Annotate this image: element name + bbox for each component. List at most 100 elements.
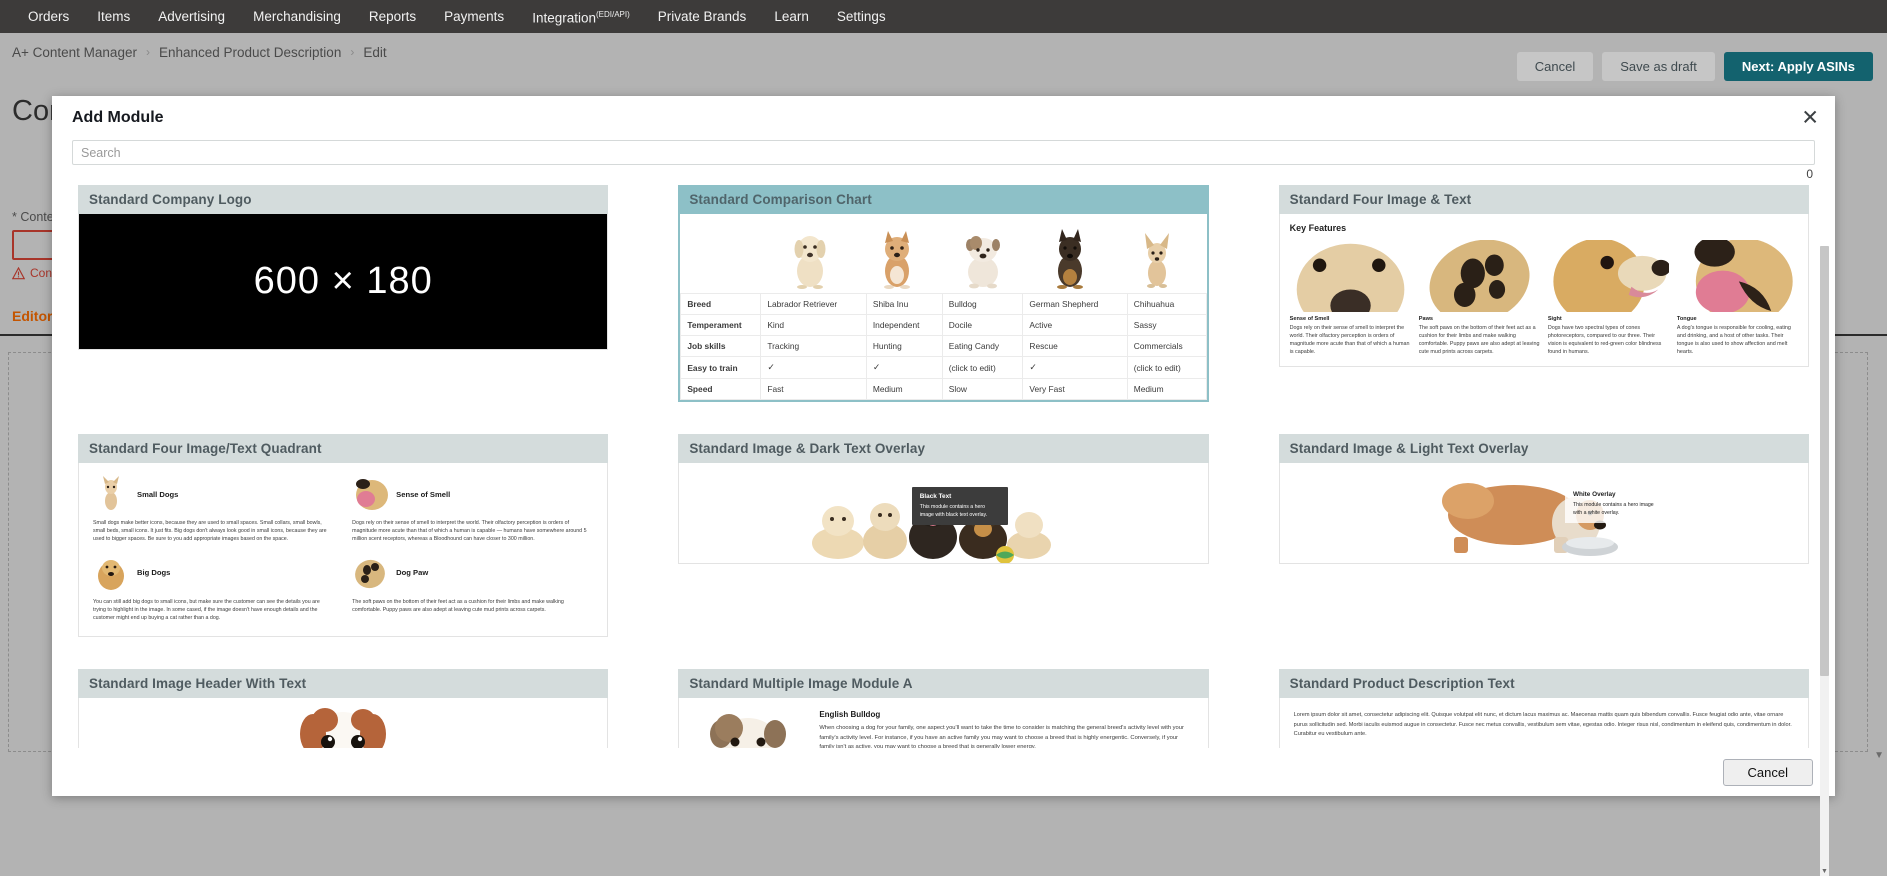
- feature-body: Dogs have two spectral types of cones ph…: [1548, 324, 1669, 356]
- feature-body: The soft paws on the bottom of their fee…: [1419, 324, 1540, 356]
- table-cell[interactable]: Medium: [866, 379, 942, 400]
- module-preview: White Overlay This module contains a her…: [1279, 463, 1809, 564]
- module-card-standard-multiple-image-module-a[interactable]: Standard Multiple Image Module A: [678, 669, 1208, 748]
- module-card-standard-four-image-text[interactable]: Standard Four Image & Text Key Features …: [1279, 185, 1809, 402]
- top-navigation: Orders Items Advertising Merchandising R…: [0, 0, 1887, 33]
- breed-image-bulldog: [940, 221, 1027, 289]
- close-icon[interactable]: ✕: [1801, 108, 1819, 129]
- feature-body: A dog's tongue is responsible for coolin…: [1677, 324, 1798, 356]
- table-cell[interactable]: Chihuahua: [1127, 294, 1206, 315]
- search-input[interactable]: [72, 140, 1815, 165]
- breed-image-chihuahua: [1114, 221, 1201, 289]
- quadrant-item: Small Dogs Small dogs make better icons,…: [93, 475, 334, 544]
- dog-paw-thumbnail: [352, 554, 388, 592]
- table-cell[interactable]: Very Fast: [1023, 379, 1127, 400]
- module-list: Standard Company Logo 600 × 180 Standard…: [52, 181, 1835, 748]
- nav-item-reports[interactable]: Reports: [355, 0, 430, 33]
- modal-scrollbar[interactable]: ▼: [1820, 246, 1829, 876]
- quadrant-body: The soft paws on the bottom of their fee…: [352, 598, 593, 614]
- table-row: Temperament Kind Independent Docile Acti…: [681, 315, 1206, 336]
- nav-item-orders[interactable]: Orders: [14, 0, 83, 33]
- quadrant-body: You can still add big dogs to small icon…: [93, 598, 334, 623]
- nav-item-settings[interactable]: Settings: [823, 0, 900, 33]
- scrollbar-thumb[interactable]: [1820, 246, 1829, 676]
- tab-editor[interactable]: Editor: [12, 308, 52, 324]
- table-cell[interactable]: Bulldog: [942, 294, 1023, 315]
- row-header: Easy to train: [681, 357, 761, 379]
- table-cell[interactable]: Medium: [1127, 379, 1206, 400]
- table-cell[interactable]: Hunting: [866, 336, 942, 357]
- modal-title: Add Module: [72, 109, 164, 127]
- table-cell[interactable]: Tracking: [761, 336, 867, 357]
- breadcrumb-item-content-manager[interactable]: A+ Content Manager: [12, 45, 137, 60]
- module-card-standard-image-light-text-overlay[interactable]: Standard Image & Light Text Overlay: [1279, 434, 1809, 637]
- dog-profile-image: [1548, 240, 1669, 312]
- module-title: Standard Image & Light Text Overlay: [1279, 434, 1809, 463]
- module-card-standard-image-dark-text-overlay[interactable]: Standard Image & Dark Text Overlay: [678, 434, 1208, 637]
- golden-retriever-thumbnail: [93, 554, 129, 592]
- table-cell[interactable]: Eating Candy: [942, 336, 1023, 357]
- nav-item-private-brands[interactable]: Private Brands: [644, 0, 761, 33]
- table-cell[interactable]: Rescue: [1023, 336, 1127, 357]
- row-header: Temperament: [681, 315, 761, 336]
- nav-item-items[interactable]: Items: [83, 0, 144, 33]
- module-card-standard-four-image-text-quadrant[interactable]: Standard Four Image/Text Quadrant Small …: [78, 434, 608, 637]
- nav-item-learn[interactable]: Learn: [760, 0, 823, 33]
- nav-label: Learn: [774, 9, 809, 24]
- module-card-standard-company-logo[interactable]: Standard Company Logo 600 × 180: [78, 185, 608, 402]
- module-card-standard-comparison-chart[interactable]: Standard Comparison Chart: [678, 185, 1208, 402]
- breadcrumb-separator-icon: ›: [146, 45, 150, 59]
- nav-label: Orders: [28, 9, 69, 24]
- table-row: Speed Fast Medium Slow Very Fast Medium: [681, 379, 1206, 400]
- table-cell[interactable]: Kind: [761, 315, 867, 336]
- modal-cancel-button[interactable]: Cancel: [1723, 759, 1813, 786]
- table-cell[interactable]: Docile: [942, 315, 1023, 336]
- dog-tongue-thumbnail: [352, 475, 388, 513]
- quadrant-item: Dog Paw The soft paws on the bottom of t…: [352, 554, 593, 623]
- breadcrumb-item-enhanced-product-description[interactable]: Enhanced Product Description: [159, 45, 341, 60]
- table-cell[interactable]: Commercials: [1127, 336, 1206, 357]
- table-cell[interactable]: Shiba Inu: [866, 294, 942, 315]
- table-cell[interactable]: German Shepherd: [1023, 294, 1127, 315]
- next-apply-asins-button[interactable]: Next: Apply ASINs: [1724, 52, 1873, 81]
- table-row: Job skills Tracking Hunting Eating Candy…: [681, 336, 1206, 357]
- table-cell[interactable]: ✓: [866, 357, 942, 379]
- comparison-breed-images: [680, 214, 1206, 293]
- nav-label: Private Brands: [658, 9, 747, 24]
- feature-item: Tongue A dog's tongue is responsible for…: [1677, 240, 1798, 356]
- table-cell[interactable]: (click to edit): [942, 357, 1023, 379]
- table-cell[interactable]: Fast: [761, 379, 867, 400]
- hero-image-light: White Overlay This module contains a her…: [1280, 463, 1808, 563]
- quadrant-body: Small dogs make better icons, because th…: [93, 519, 334, 544]
- nav-item-payments[interactable]: Payments: [430, 0, 518, 33]
- table-cell[interactable]: Independent: [866, 315, 942, 336]
- row-header: Breed: [681, 294, 761, 315]
- save-as-draft-button[interactable]: Save as draft: [1602, 52, 1715, 81]
- table-cell[interactable]: Slow: [942, 379, 1023, 400]
- module-title: Standard Four Image/Text Quadrant: [78, 434, 608, 463]
- table-cell[interactable]: Active: [1023, 315, 1127, 336]
- module-heading: English Bulldog: [819, 710, 1193, 719]
- table-cell[interactable]: ✓: [1023, 357, 1127, 379]
- table-cell[interactable]: ✓: [761, 357, 867, 379]
- nav-item-integration[interactable]: Integration(EDI/API): [518, 0, 644, 35]
- dark-text-overlay: Black Text This module contains a hero i…: [912, 487, 1008, 525]
- key-features-heading: Key Features: [1290, 223, 1798, 233]
- jack-russell-puppy-image: [79, 698, 607, 748]
- dog-nose-image: [1290, 240, 1411, 312]
- table-cell[interactable]: Labrador Retriever: [761, 294, 867, 315]
- table-cell[interactable]: (click to edit): [1127, 357, 1206, 379]
- page-scroll-down-icon[interactable]: ▼: [1874, 750, 1884, 761]
- module-card-standard-image-header-with-text[interactable]: Standard Image Header With Text: [78, 669, 608, 748]
- table-cell[interactable]: Sassy: [1127, 315, 1206, 336]
- cancel-button[interactable]: Cancel: [1517, 52, 1593, 81]
- feature-caption: Sight: [1548, 316, 1669, 322]
- dog-paw-image: [1419, 240, 1540, 312]
- feature-item: Sense of Smell Dogs rely on their sense …: [1290, 240, 1411, 356]
- module-title: Standard Company Logo: [78, 185, 608, 214]
- scroll-down-icon[interactable]: ▼: [1820, 867, 1829, 876]
- module-card-standard-product-description-text[interactable]: Standard Product Description Text Lorem …: [1279, 669, 1809, 748]
- feature-item: Sight Dogs have two spectral types of co…: [1548, 240, 1669, 356]
- nav-item-merchandising[interactable]: Merchandising: [239, 0, 355, 33]
- nav-item-advertising[interactable]: Advertising: [144, 0, 239, 33]
